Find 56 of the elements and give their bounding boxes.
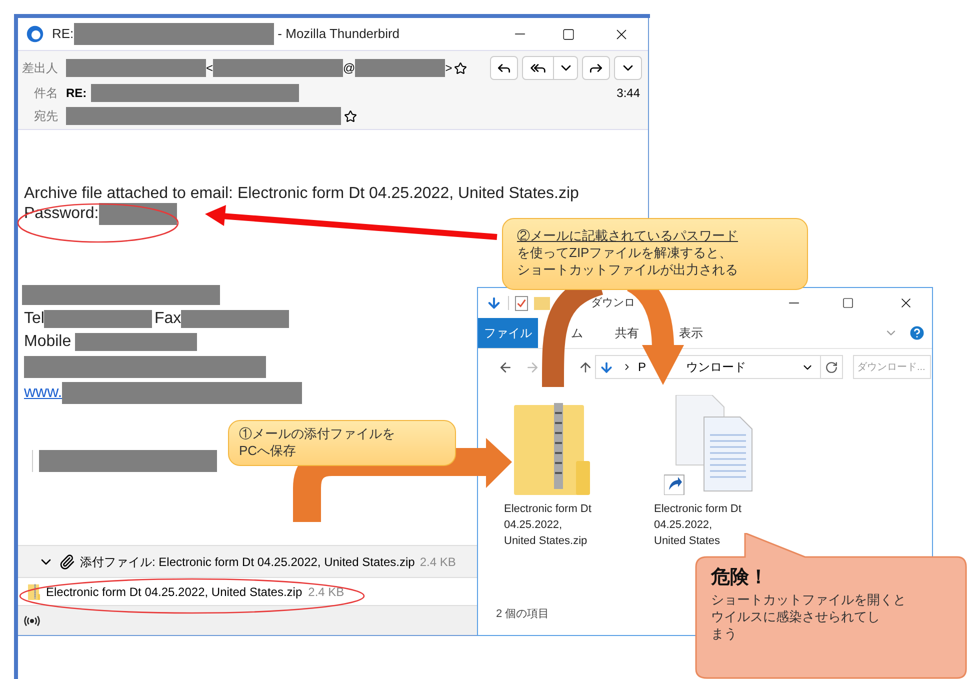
reply-all-button[interactable] bbox=[522, 56, 554, 80]
ribbon-tab[interactable]: 表示 bbox=[675, 323, 707, 343]
warning-text: ショートカットファイルを開くと ウイルスに感染させられてし まう bbox=[711, 591, 907, 642]
window-title: - Mozilla Thunderbird bbox=[278, 25, 400, 44]
dropdown-button[interactable] bbox=[554, 56, 578, 80]
item-count: 2 個の項目 bbox=[496, 607, 550, 622]
properties-icon[interactable] bbox=[515, 296, 528, 310]
field-label: 件名 bbox=[34, 85, 59, 102]
file-name: Electronic form Dt 04.25.2022, United States.zip bbox=[46, 584, 302, 600]
body-text: Mobile bbox=[24, 332, 72, 352]
body-text: Tel bbox=[24, 309, 44, 329]
zip-folder-icon bbox=[514, 403, 590, 495]
star-icon[interactable] bbox=[454, 62, 468, 74]
up-icon[interactable] bbox=[578, 360, 593, 374]
download-icon bbox=[599, 360, 614, 374]
help-icon[interactable] bbox=[908, 324, 926, 342]
app-logo-icon bbox=[26, 25, 44, 43]
search-field[interactable]: ダウンロード... bbox=[853, 355, 931, 379]
warning-title: 危険！ bbox=[711, 566, 769, 590]
sender-text: > bbox=[445, 60, 452, 77]
file-size: 2.4 KB bbox=[420, 554, 456, 570]
subject-text: RE: bbox=[66, 85, 87, 102]
reply-button[interactable] bbox=[490, 56, 518, 80]
star-icon[interactable] bbox=[344, 110, 357, 122]
back-icon[interactable] bbox=[498, 360, 513, 374]
signal-icon bbox=[24, 614, 40, 626]
attachment-item[interactable]: Electronic form Dt 04.25.2022, United States.zip 2.4 KB bbox=[18, 578, 477, 605]
download-icon[interactable] bbox=[486, 295, 502, 311]
zip-folder-icon bbox=[28, 584, 40, 600]
callout-text: ②メールに記載されているパスワード を使ってZIPファイルを解凍すると、 ショートカットファイルが出力される bbox=[517, 227, 739, 278]
path-segment[interactable]: ウンロード bbox=[686, 358, 746, 376]
field-label: 宛先 bbox=[34, 108, 59, 125]
sender-text: < bbox=[206, 60, 214, 77]
window-title: ダウンロ bbox=[591, 296, 635, 311]
body-text: Fax bbox=[154, 309, 182, 329]
time-text: 3:44 bbox=[616, 85, 640, 102]
paperclip-icon bbox=[59, 554, 75, 570]
path-segment[interactable]: P bbox=[638, 358, 646, 376]
attachment-summary: 添付ファイル: Electronic form Dt 04.25.2022, United States.zip bbox=[80, 554, 415, 570]
maximize-icon[interactable] bbox=[562, 28, 575, 40]
address-bar[interactable]: P ウンロード bbox=[595, 355, 843, 379]
file-size: 2.4 KB bbox=[308, 584, 344, 600]
forward-button[interactable] bbox=[582, 56, 610, 80]
window-title: RE: bbox=[52, 25, 74, 44]
sender-text: @ bbox=[343, 60, 356, 77]
ribbon-tab[interactable]: 共有 bbox=[611, 323, 643, 343]
field-label: 差出人 bbox=[22, 60, 59, 77]
website-link[interactable]: www. bbox=[24, 381, 62, 405]
file-name[interactable]: Electronic form Dt 04.25.2022, United States bbox=[654, 501, 744, 549]
refresh-icon[interactable] bbox=[825, 360, 838, 374]
ribbon-tab[interactable]: ム bbox=[567, 323, 587, 343]
ribbon-tab[interactable]: ファイル bbox=[478, 318, 538, 348]
body-text: Password: bbox=[24, 204, 99, 224]
callout-text: ①メールの添付ファイルを PCへ保存 bbox=[239, 425, 396, 459]
body-text: Archive file attached to email: Electronic form Dt 04.25.2022, United States.zip bbox=[24, 184, 580, 203]
file-name[interactable]: Electronic form Dt 04.25.2022, United States.zip bbox=[504, 501, 594, 549]
